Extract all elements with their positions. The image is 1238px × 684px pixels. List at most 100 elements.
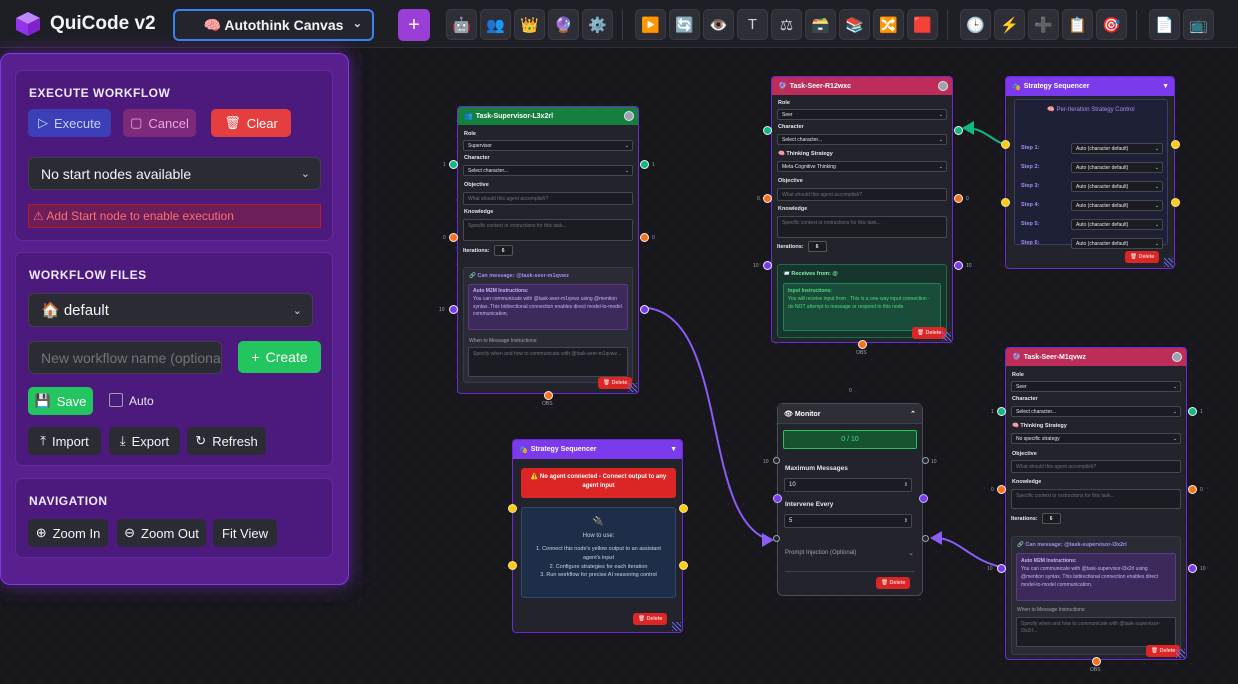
output-port[interactable] (922, 535, 929, 542)
output-port[interactable] (1188, 407, 1197, 416)
chevron-down-icon[interactable]: ⌄ (908, 549, 914, 557)
input-port[interactable] (997, 407, 1006, 416)
input-port[interactable] (997, 564, 1006, 573)
when-textarea[interactable]: Specify when and how to communicate with… (468, 347, 628, 377)
output-port[interactable] (954, 261, 963, 270)
seer-r-node[interactable]: 🔮 Task-Seer-R12wxc Role Seer ⌄ Character S… (753, 76, 972, 356)
strategy-sequencer-top-node[interactable]: 🎭 Strategy Sequencer ▼ 🧠 Per-Iteration Str… (1001, 76, 1180, 269)
input-port[interactable] (1001, 140, 1010, 149)
knowledge-label: Knowledge (778, 206, 808, 212)
obs-port[interactable] (1092, 657, 1101, 666)
chevron-down-icon[interactable]: ▼ (670, 446, 677, 453)
iterations-control[interactable]: Iterations: 6 (777, 241, 827, 252)
input-port[interactable] (763, 261, 772, 270)
character-select[interactable]: Select character... ⌄ (463, 165, 633, 176)
output-port[interactable] (640, 160, 649, 169)
strategy-sequencer-bottom-node[interactable]: 🎭 Strategy Sequencer ▼ ⚠️ No agent connect… (508, 439, 688, 633)
objective-input[interactable]: What should this agent accomplish? (777, 188, 947, 201)
step-select[interactable]: Auto (character default) ⌄ (1071, 238, 1163, 249)
output-port[interactable] (922, 457, 929, 464)
step-select[interactable]: Auto (character default) ⌄ (1071, 181, 1163, 192)
knowledge-textarea[interactable]: Specific context or instructions for thi… (777, 216, 947, 238)
input-port[interactable] (1001, 198, 1010, 207)
obs-port[interactable] (858, 340, 867, 349)
delete-button[interactable]: 🗑 Delete (633, 613, 668, 625)
input-port[interactable] (508, 561, 517, 570)
output-port[interactable] (640, 305, 649, 314)
input-port[interactable] (763, 126, 772, 135)
iterations-input[interactable]: 6 (1041, 513, 1061, 524)
resize-handle[interactable] (628, 383, 637, 392)
input-port[interactable] (763, 194, 772, 203)
seer-m-node-header[interactable]: 🔮 Task-Seer-M1qvwz (1006, 348, 1186, 366)
output-port[interactable] (1188, 485, 1197, 494)
iterations-control[interactable]: Iterations: 6 (463, 245, 513, 256)
resize-handle[interactable] (672, 622, 681, 631)
max-messages-input[interactable]: 10 ⇕ (784, 478, 912, 492)
input-port[interactable] (773, 535, 780, 542)
intervene-value: 5 (789, 518, 793, 524)
output-port[interactable] (954, 126, 963, 135)
output-port[interactable] (679, 504, 688, 513)
input-port[interactable] (997, 485, 1006, 494)
chevron-down-icon[interactable]: ▼ (1162, 83, 1169, 90)
intervene-input[interactable]: 5 ⇕ (784, 514, 912, 528)
resize-handle[interactable] (942, 332, 951, 341)
character-select[interactable]: Select character... ⌄ (1011, 406, 1181, 417)
chevron-down-icon: ⌄ (1172, 383, 1177, 390)
step-select[interactable]: Auto (character default) ⌄ (1071, 162, 1163, 173)
step-select[interactable]: Auto (character default) ⌄ (1071, 143, 1163, 154)
knowledge-textarea[interactable]: Specific context or instructions for thi… (463, 219, 633, 241)
output-port[interactable] (1188, 564, 1197, 573)
input-port[interactable] (449, 233, 458, 242)
output-port[interactable] (1171, 140, 1180, 149)
output-port[interactable] (679, 561, 688, 570)
resize-handle[interactable] (1176, 649, 1185, 658)
output-port[interactable] (954, 194, 963, 203)
role-select[interactable]: Seer ⌄ (777, 109, 947, 120)
output-port[interactable] (919, 494, 928, 503)
port-label: 10 (439, 307, 445, 313)
stepper-icon[interactable]: ⇕ (904, 518, 908, 524)
role-select[interactable]: Seer ⌄ (1011, 381, 1181, 392)
character-select[interactable]: Select character... ⌄ (777, 134, 947, 145)
thinking-select[interactable]: Meta-Cognitive Thinking ⌄ (777, 161, 947, 172)
resize-handle[interactable] (1164, 258, 1173, 267)
input-port[interactable] (773, 457, 780, 464)
output-port[interactable] (640, 233, 649, 242)
chevron-down-icon: ⌄ (938, 163, 943, 170)
knowledge-textarea[interactable]: Specific context or instructions for thi… (1011, 489, 1181, 509)
monitor-node[interactable]: 👁 Monitor ⌃ 0 / 10 Maximum Messages 10 ⇕ I… (763, 388, 937, 596)
objective-input[interactable]: What should this agent accomplish? (1011, 460, 1181, 473)
obs-port[interactable] (544, 391, 553, 400)
strategy-sequencer-header[interactable]: 🎭 Strategy Sequencer ▼ (513, 440, 682, 459)
input-port[interactable] (773, 494, 782, 503)
divider (785, 571, 915, 572)
input-text: You will receive input from . This is a … (788, 296, 930, 310)
input-port[interactable] (449, 160, 458, 169)
iterations-input[interactable]: 6 (493, 245, 513, 256)
output-port[interactable] (1171, 198, 1180, 207)
monitor-header[interactable]: 👁 Monitor ⌃ (778, 404, 922, 424)
prompt-injection-label[interactable]: Prompt Injection (Optional) (785, 550, 856, 556)
delete-button[interactable]: 🗑 Delete (1125, 251, 1160, 263)
step-select[interactable]: Auto (character default) ⌄ (1071, 200, 1163, 211)
input-port[interactable] (449, 305, 458, 314)
supervisor-node-header[interactable]: 👥 Task-Supervisor-L3x2rl (458, 107, 638, 125)
supervisor-node[interactable]: 👥 Task-Supervisor-L3x2rl Role Supervisor ⌄… (439, 106, 655, 407)
when-textarea[interactable]: Specify when and how to communicate with… (1016, 617, 1176, 647)
when-label: When to Message Instructions: (469, 338, 538, 344)
seer-m-node[interactable]: 🔮 Task-Seer-M1qvwz Role Seer ⌄ Character S… (987, 347, 1206, 673)
input-port[interactable] (508, 504, 517, 513)
iterations-input[interactable]: 6 (807, 241, 827, 252)
stepper-icon[interactable]: ⇕ (904, 482, 908, 488)
iterations-control[interactable]: Iterations: 6 (1011, 513, 1061, 524)
thinking-select[interactable]: No specific strategy ⌄ (1011, 433, 1181, 444)
seer-r-node-header[interactable]: 🔮 Task-Seer-R12wxc (772, 77, 952, 95)
delete-button[interactable]: 🗑 Delete (876, 577, 911, 589)
strategy-sequencer-header[interactable]: 🎭 Strategy Sequencer ▼ (1006, 77, 1174, 96)
role-select[interactable]: Supervisor ⌄ (463, 140, 633, 151)
step-select[interactable]: Auto (character default) ⌄ (1071, 219, 1163, 230)
chevron-up-icon[interactable]: ⌃ (910, 410, 916, 418)
objective-input[interactable]: What should this agent accomplish? (463, 192, 633, 205)
